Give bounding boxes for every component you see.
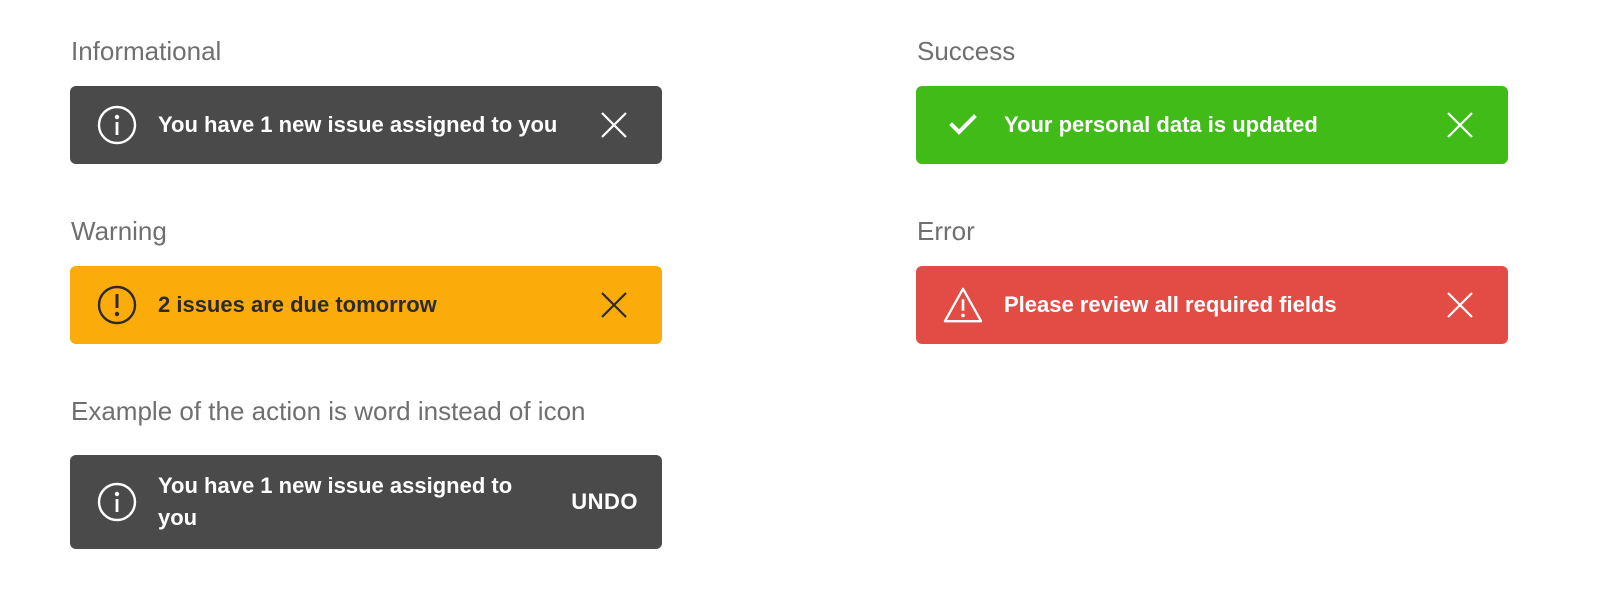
close-button[interactable] — [1446, 291, 1474, 319]
warning-toast: 2 issues are due tomorrow — [70, 266, 662, 344]
info-circle-icon — [97, 105, 137, 145]
close-icon — [601, 292, 627, 318]
section-title-success: Success — [917, 36, 1016, 66]
success-toast: Your personal data is updated — [916, 86, 1508, 164]
informational-toast: You have 1 new issue assigned to you — [70, 86, 662, 164]
section-title-warning: Warning — [71, 216, 167, 246]
error-toast: Please review all required fields — [916, 266, 1508, 344]
section-title-word-action: Example of the action is word instead of… — [71, 396, 586, 426]
toast-message: Please review all required fields — [1004, 292, 1337, 317]
close-icon — [601, 112, 627, 138]
exclamation-circle-icon — [97, 285, 137, 325]
toast-message: 2 issues are due tomorrow — [158, 292, 437, 317]
close-button[interactable] — [600, 111, 628, 139]
warning-triangle-icon — [943, 285, 983, 325]
checkmark-icon — [943, 105, 983, 145]
close-icon — [1447, 292, 1473, 318]
info-circle-icon — [97, 482, 137, 522]
toast-message: You have 1 new issue assigned to you — [158, 112, 558, 137]
warning-section: Warning 2 issues are due tomorrow — [70, 213, 662, 345]
close-icon — [1447, 112, 1473, 138]
toast-message: You have 1 new issue assigned to you — [158, 473, 513, 530]
section-title-informational: Informational — [71, 36, 222, 66]
undo-button[interactable]: UNDO — [571, 487, 638, 517]
section-title-error: Error — [917, 216, 975, 246]
close-button[interactable] — [1446, 111, 1474, 139]
success-section: Success Your personal data is updated — [916, 33, 1508, 165]
word-action-toast: You have 1 new issue assigned to you UND… — [70, 455, 662, 549]
word-action-section: Example of the action is word instead of… — [70, 393, 662, 550]
toast-message: Your personal data is updated — [1004, 112, 1318, 137]
informational-section: Informational You have 1 new issue assig… — [70, 33, 662, 165]
close-button[interactable] — [600, 291, 628, 319]
error-section: Error Please review all required fields — [916, 213, 1508, 345]
